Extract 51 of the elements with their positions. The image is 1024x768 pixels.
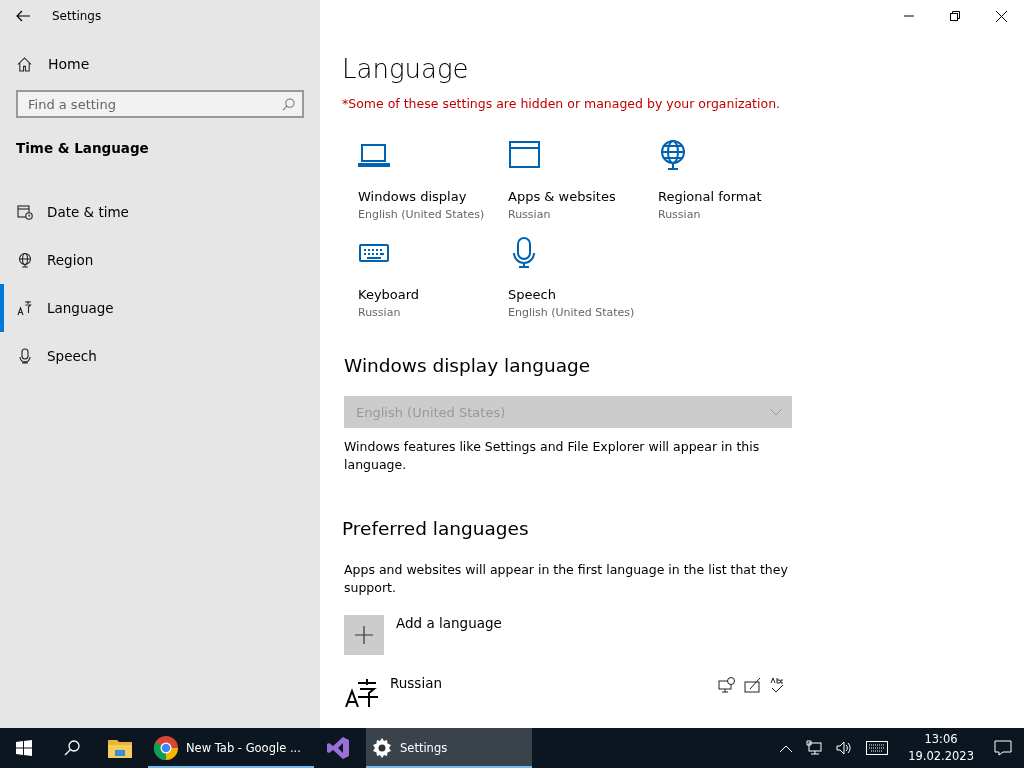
display-language-icon bbox=[718, 677, 736, 693]
language-tile[interactable]: Windows display English (United States) bbox=[358, 139, 508, 221]
taskbar-app[interactable]: Settings bbox=[366, 728, 532, 768]
sidebar-item[interactable]: Speech bbox=[0, 332, 320, 380]
globe-icon bbox=[17, 252, 33, 268]
home-icon bbox=[17, 56, 32, 72]
restore-icon[interactable] bbox=[950, 11, 960, 21]
keyboard-icon[interactable] bbox=[866, 741, 889, 755]
network-icon[interactable] bbox=[806, 740, 823, 756]
policy-notice: *Some of these settings are hidden or managed by your organization. bbox=[342, 96, 782, 111]
description-text: Apps and websites will appear in the first language in the list that they support. bbox=[344, 561, 789, 597]
folder-icon bbox=[108, 738, 132, 758]
window-icon bbox=[508, 139, 540, 171]
language-tile[interactable]: Apps & websites Russian bbox=[508, 139, 658, 221]
page-title: Language bbox=[342, 54, 470, 84]
taskbar-app[interactable]: New Tab - Google ... bbox=[148, 728, 314, 768]
language-tile[interactable]: Keyboard Russian bbox=[358, 237, 508, 319]
plus-icon bbox=[355, 626, 373, 644]
sidebar-item[interactable]: Region bbox=[0, 236, 320, 284]
section-heading: Time & Language bbox=[15, 139, 150, 156]
description-text: Windows features like Settings and File Explorer will appear in this language. bbox=[344, 438, 761, 474]
sidebar-item[interactable]: Date & time bbox=[0, 188, 320, 236]
handwriting-icon bbox=[744, 677, 762, 693]
chevron-icon bbox=[770, 408, 782, 416]
clock[interactable]: 13:06 19.02.2023 bbox=[902, 730, 980, 766]
studio-icon bbox=[326, 736, 350, 760]
home-nav-item[interactable]: Home bbox=[0, 32, 320, 72]
notifications-icon[interactable] bbox=[994, 740, 1012, 756]
search-icon bbox=[64, 740, 80, 756]
calendar-icon bbox=[17, 204, 33, 220]
section-heading: Preferred languages bbox=[342, 518, 530, 539]
add-language-button[interactable] bbox=[344, 615, 384, 655]
spellcheck-icon bbox=[770, 677, 784, 693]
search-icon bbox=[282, 98, 295, 111]
microphone-icon bbox=[17, 348, 33, 364]
sidebar-item[interactable]: Language bbox=[0, 284, 320, 332]
language-tile[interactable]: Speech English (United States) bbox=[508, 237, 658, 319]
close-icon[interactable] bbox=[995, 10, 1007, 22]
windows-logo-icon bbox=[16, 740, 32, 756]
section-heading: Windows display language bbox=[344, 355, 592, 376]
language-tile[interactable]: Regional format Russian bbox=[658, 139, 808, 221]
search-field[interactable]: Find a setting bbox=[16, 90, 304, 118]
add-language-label[interactable]: Add a language bbox=[396, 615, 502, 631]
language-name[interactable]: Russian bbox=[390, 675, 442, 691]
back-icon[interactable] bbox=[16, 10, 30, 22]
window-title: Settings bbox=[52, 9, 102, 23]
gear-icon bbox=[372, 738, 392, 758]
caret-icon[interactable] bbox=[780, 744, 793, 752]
speaker-icon[interactable] bbox=[836, 740, 853, 756]
language-icon bbox=[17, 300, 33, 316]
browser-icon bbox=[154, 736, 178, 760]
